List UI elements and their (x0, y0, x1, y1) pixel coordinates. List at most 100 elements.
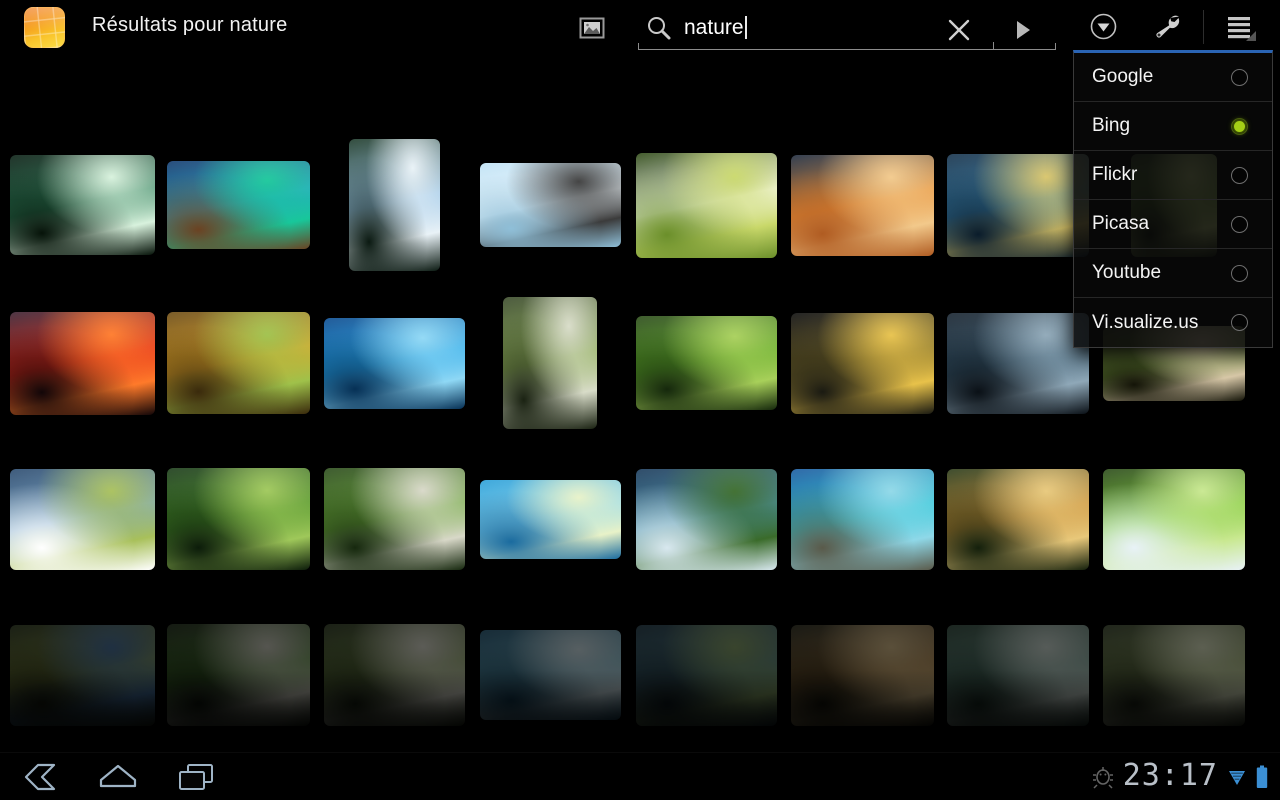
thumbnail-green-river-stream[interactable] (1103, 469, 1245, 570)
grid-cell[interactable] (1100, 600, 1248, 750)
search-source-menu[interactable]: Google Bing FlickrPicasa Youtube Vi.sualize.… (1073, 50, 1273, 348)
radio-button[interactable] (1231, 216, 1248, 233)
thumbnail-blue-ice-cave[interactable] (324, 318, 465, 409)
thumbnail-lake-willow-dim[interactable] (10, 625, 155, 726)
grid-cell[interactable] (944, 288, 1092, 438)
source-menu-item-label: Bing (1092, 115, 1231, 137)
thumbnail-golden-leaf-branch[interactable] (791, 313, 934, 414)
thumbnail-zen-stones-water[interactable] (480, 163, 621, 247)
thumbnail-greenhouse-dim[interactable] (324, 624, 465, 726)
grid-cell[interactable] (164, 288, 312, 438)
radio-button[interactable] (1231, 314, 1248, 331)
recent-apps-icon[interactable] (174, 761, 218, 793)
source-menu-item-youtube[interactable]: Youtube (1074, 249, 1272, 298)
grid-cell[interactable] (788, 600, 936, 750)
grid-cell[interactable] (632, 444, 780, 594)
thumbnail-path-dim[interactable] (791, 625, 934, 726)
search-field[interactable]: nature (638, 8, 1056, 50)
grid-cell[interactable] (8, 130, 156, 280)
source-menu-item-label: Youtube (1092, 262, 1231, 284)
play-arrow-icon[interactable] (1011, 18, 1035, 42)
thumbnail-rice-terraces-green[interactable] (636, 316, 777, 410)
thumbnail-turquoise-bay-rock[interactable] (791, 469, 934, 570)
grid-cell[interactable] (944, 444, 1092, 594)
thumbnail-alpine-lake-pines[interactable] (636, 469, 777, 570)
thumbnail-beach-sunset-waves[interactable] (791, 155, 934, 256)
grid-cell[interactable] (320, 130, 468, 280)
search-separator-tick (993, 42, 994, 50)
thumbnail-sheen (324, 624, 465, 726)
status-clock: 23:17 (1123, 761, 1218, 793)
grid-cell[interactable] (320, 288, 468, 438)
thumbnail-garden-house-lawn[interactable] (324, 468, 465, 570)
thumbnail-pond-dim[interactable] (1103, 625, 1245, 726)
thumbnail-sheen (167, 468, 310, 570)
thumbnail-lightning-city-night[interactable] (10, 155, 155, 255)
close-icon[interactable] (946, 17, 972, 43)
thumbnail-green-leaves-dim[interactable] (167, 624, 310, 726)
thumbnail-valley-dim[interactable] (636, 625, 777, 726)
source-menu-item-google[interactable]: Google (1074, 53, 1272, 102)
grid-cell[interactable] (1100, 444, 1248, 594)
status-icons[interactable]: 23:17 (1092, 753, 1268, 800)
search-input[interactable]: nature (684, 13, 747, 43)
thumbnail-underwater-dome-dim[interactable] (480, 630, 621, 720)
circle-chevron-down-icon[interactable] (1089, 12, 1118, 41)
thumbnail-forest-road-autumn[interactable] (947, 469, 1089, 570)
grid-cell[interactable] (320, 444, 468, 594)
grid-cell[interactable] (944, 130, 1092, 280)
hamburger-menu-icon[interactable] (1224, 13, 1256, 41)
grid-cell[interactable] (8, 444, 156, 594)
wallpaper-app-icon[interactable] (24, 7, 65, 48)
grid-cell[interactable] (788, 288, 936, 438)
grid-cell[interactable] (476, 288, 624, 438)
thumbnail-lone-tree-reflection[interactable] (349, 139, 440, 271)
grid-cell[interactable] (476, 600, 624, 750)
grid-cell[interactable] (8, 600, 156, 750)
thumbnail-sheen (167, 312, 310, 414)
source-menu-item-picasa[interactable]: Picasa (1074, 200, 1272, 249)
battery-icon[interactable] (1256, 765, 1268, 789)
source-menu-item-vi-sualize-us[interactable]: Vi.sualize.us (1074, 298, 1272, 347)
thumbnail-sheen (636, 469, 777, 570)
grid-cell[interactable] (476, 444, 624, 594)
home-icon[interactable] (96, 761, 140, 793)
grid-cell[interactable] (320, 600, 468, 750)
search-icon (646, 15, 672, 41)
grid-cell[interactable] (632, 130, 780, 280)
thumbnail-tropical-pier-hut[interactable] (167, 161, 310, 249)
thumbnail-underwater-wave-sky[interactable] (480, 480, 621, 559)
radio-button[interactable] (1231, 265, 1248, 282)
grid-cell[interactable] (8, 288, 156, 438)
wrench-icon[interactable] (1152, 12, 1183, 41)
android-bug-icon[interactable] (1092, 764, 1114, 790)
radio-button[interactable] (1231, 167, 1248, 184)
radio-button-selected[interactable] (1231, 118, 1248, 135)
thumbnail-white-lily-flower[interactable] (636, 153, 777, 258)
thumbnail-fern-forest-boardwalk[interactable] (167, 468, 310, 570)
text-caret (745, 16, 747, 39)
thumbnail-sheen (480, 480, 621, 559)
grid-cell[interactable] (944, 600, 1092, 750)
grid-cell[interactable] (632, 600, 780, 750)
grid-cell[interactable] (164, 444, 312, 594)
thumbnail-red-sunset-clouds[interactable] (10, 312, 155, 415)
thumbnail-mossy-forest-path[interactable] (503, 297, 597, 429)
back-arrow-icon[interactable] (18, 761, 62, 793)
thumbnail-autumn-tree-avenue[interactable] (167, 312, 310, 414)
grid-cell[interactable] (788, 444, 936, 594)
grid-cell[interactable] (476, 130, 624, 280)
source-menu-item-bing[interactable]: Bing (1074, 102, 1272, 151)
thumbnail-heron-reeds-water[interactable] (947, 154, 1089, 257)
image-icon[interactable] (578, 14, 606, 42)
grid-cell[interactable] (632, 288, 780, 438)
wifi-icon[interactable] (1227, 767, 1247, 787)
thumbnail-mountain-lake-meadow[interactable] (10, 469, 155, 570)
grid-cell[interactable] (164, 130, 312, 280)
thumbnail-night-house-rain[interactable] (947, 313, 1089, 414)
radio-button[interactable] (1231, 69, 1248, 86)
grid-cell[interactable] (164, 600, 312, 750)
thumbnail-waterfall-dim[interactable] (947, 625, 1089, 726)
grid-cell[interactable] (788, 130, 936, 280)
source-menu-item-flickr[interactable]: Flickr (1074, 151, 1272, 200)
